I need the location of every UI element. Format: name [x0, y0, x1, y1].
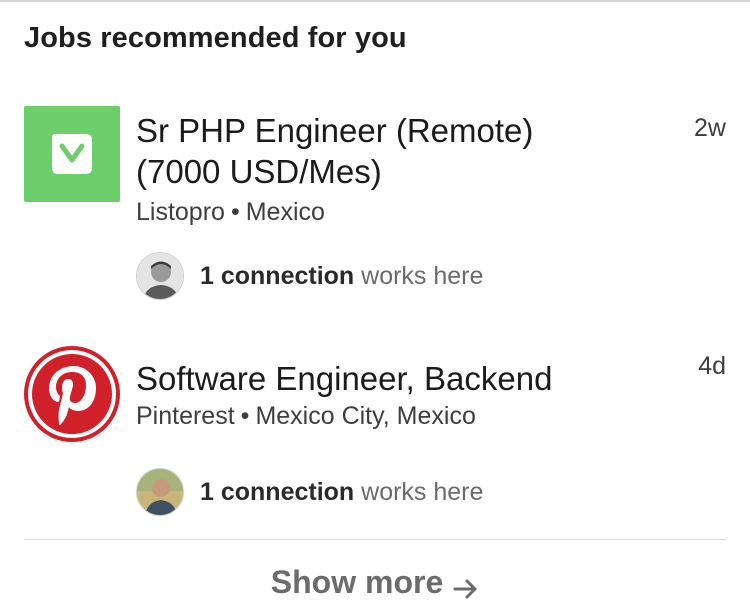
separator-dot: • — [240, 402, 250, 430]
avatar — [136, 252, 184, 300]
job-card[interactable]: Software Engineer, Backend Pinterest • Mex… — [0, 346, 750, 526]
posted-time: 2w — [694, 114, 726, 142]
section-divider — [24, 539, 726, 540]
show-more-label: Show more — [270, 563, 444, 600]
company-name: Pinterest — [136, 402, 235, 430]
connection-count: 1 connection — [200, 261, 355, 290]
connection-text: 1 connection works here — [200, 478, 483, 507]
show-more-button[interactable]: Show more — [0, 560, 750, 604]
avatar — [136, 468, 184, 516]
job-title-line: Sr PHP Engineer (Remote) — [136, 112, 534, 149]
connection-count: 1 connection — [200, 477, 355, 506]
listopro-logo-icon — [52, 134, 92, 174]
connection-suffix: works here — [361, 477, 484, 506]
section-title: Jobs recommended for you — [24, 22, 407, 54]
company-name: Listopro — [136, 198, 225, 226]
listopro-logo[interactable] — [24, 106, 120, 202]
posted-time: 4d — [698, 352, 726, 380]
job-location: Mexico — [245, 198, 325, 226]
top-divider — [0, 0, 750, 2]
connection-insight[interactable]: 1 connection works here — [136, 252, 483, 300]
connection-suffix: works here — [361, 261, 484, 290]
arrow-right-icon — [453, 571, 479, 599]
job-card[interactable]: Sr PHP Engineer (Remote) (7000 USD/Mes) … — [0, 106, 750, 306]
pinterest-logo[interactable] — [24, 346, 120, 442]
job-company-location: Listopro • Mexico — [136, 198, 325, 227]
job-company-location: Pinterest • Mexico City, Mexico — [136, 402, 476, 431]
job-title[interactable]: Software Engineer, Backend — [136, 358, 636, 399]
job-title-line: (7000 USD/Mes) — [136, 153, 382, 190]
separator-dot: • — [230, 198, 240, 226]
job-title[interactable]: Sr PHP Engineer (Remote) (7000 USD/Mes) — [136, 110, 636, 192]
connection-insight[interactable]: 1 connection works here — [136, 468, 483, 516]
connection-text: 1 connection works here — [200, 262, 483, 291]
job-location: Mexico City, Mexico — [255, 402, 476, 430]
pinterest-logo-icon — [28, 350, 116, 438]
